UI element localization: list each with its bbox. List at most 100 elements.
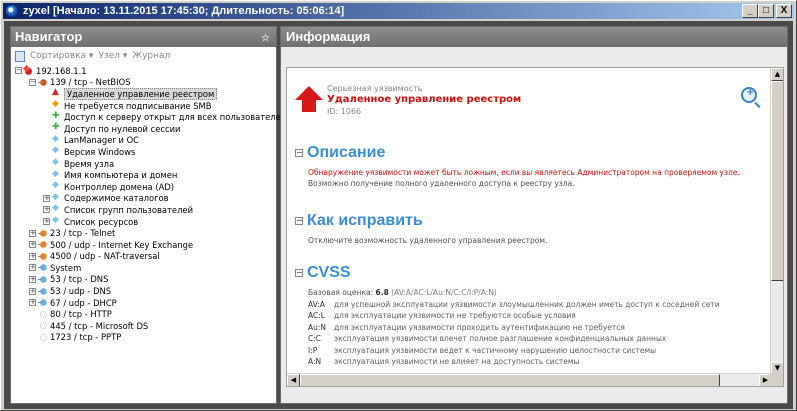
maximize-button[interactable]: □ — [758, 4, 774, 18]
scroll-left-button[interactable]: ◀ — [287, 374, 300, 386]
tree-item[interactable]: Удаленное управление реестром — [15, 87, 276, 100]
tree-item[interactable]: Доступ по нулевой сессии — [15, 122, 276, 135]
tree-port[interactable]: + 500 / udp - Internet Key Exchange — [15, 239, 276, 251]
collapse-icon[interactable]: − — [15, 67, 22, 75]
scroll-up-button[interactable]: ▲ — [771, 68, 783, 81]
collapse-icon[interactable]: − — [295, 149, 303, 157]
tree-port-label: System — [50, 262, 82, 273]
expand-icon[interactable]: + — [29, 229, 36, 237]
tree-port[interactable]: + 53 / tcp - DNS — [15, 274, 276, 286]
close-button[interactable]: X — [776, 4, 792, 18]
tree-item-label: Контроллер домена (AD) — [64, 181, 175, 192]
port-icon — [38, 286, 47, 296]
cvss-row: C:C эксплуатация уязвимости влечет полное… — [308, 334, 667, 343]
main-content: Навигатор ☆ Сортировка ▾ Узел ▾ Журнал −… — [4, 21, 793, 409]
expand-icon[interactable]: + — [43, 218, 50, 226]
collapse-icon[interactable]: − — [29, 78, 36, 86]
port-icon — [38, 251, 47, 261]
tree-item[interactable]: + Список ресурсов — [15, 215, 276, 228]
tree-item[interactable]: Не требуется подписывание SMB — [15, 99, 276, 112]
expand-icon[interactable]: + — [29, 287, 36, 295]
expand-icon[interactable]: + — [29, 252, 36, 260]
expand-icon[interactable]: + — [29, 299, 36, 307]
info-body: Серьезная уязвимость Удаленное управлени… — [286, 67, 784, 387]
horizontal-scroll-thumb[interactable] — [300, 374, 720, 386]
tree-item[interactable]: Доступ к серверу открыт для всех пользов… — [15, 111, 286, 123]
cvss-row: A:N эксплуатация уязвимости не влияет на … — [308, 357, 580, 366]
tree-item-label: Имя компьютера и домен — [64, 170, 178, 181]
info-icon — [52, 157, 61, 168]
vuln-medium-icon — [52, 99, 61, 110]
tree-port[interactable]: 1723 / tcp - PPTP — [15, 332, 276, 344]
tree-item[interactable]: Версия Windows — [15, 145, 276, 158]
tree-item-label: LanManager и ОС — [64, 135, 140, 146]
info-header: Информация — [281, 27, 787, 47]
severity-arrow-icon — [295, 86, 323, 100]
expand-icon[interactable]: + — [29, 275, 36, 283]
vuln-id: ID: 1066 — [327, 107, 362, 116]
collapse-icon[interactable]: − — [295, 269, 303, 277]
false-positive-note: Обнаружение уязвимости может быть ложным… — [308, 168, 740, 177]
port-icon — [38, 309, 47, 319]
vuln-header: Серьезная уязвимость Удаленное управлени… — [295, 84, 755, 120]
zoom-icon[interactable] — [741, 87, 757, 103]
vuln-name: Удаленное управление реестром — [327, 94, 522, 105]
tree-port[interactable]: + 67 / udp - DHCP — [15, 297, 276, 309]
cvss-row: AV:A для успешной эксплуатации уязвимости… — [308, 299, 720, 309]
tree-item-label: Содержимое каталогов — [64, 193, 169, 204]
sort-dropdown[interactable]: Сортировка ▾ — [30, 51, 93, 61]
tree-port-label: 1723 / tcp - PPTP — [50, 332, 122, 343]
vertical-scroll-thumb[interactable] — [771, 81, 783, 281]
info-icon — [52, 215, 61, 226]
tree-port[interactable]: + 53 / udp - DNS — [15, 285, 276, 297]
journal-button[interactable]: Журнал — [132, 51, 170, 61]
tree-host[interactable]: − 192.168.1.1 — [15, 65, 276, 77]
section-title: Описание — [307, 144, 386, 161]
tree-port-netbios[interactable]: − 139 / tcp - NetBIOS — [15, 77, 276, 89]
minimize-button[interactable]: _ — [742, 4, 758, 18]
vertical-scrollbar[interactable]: ▲ ▼ — [770, 68, 783, 375]
tree-port-label: 445 / tcp - Microsoft DS — [50, 320, 149, 331]
node-dropdown[interactable]: Узел ▾ — [98, 51, 127, 61]
port-icon — [38, 298, 47, 308]
info-icon — [52, 134, 61, 145]
tree-port[interactable]: + System — [15, 262, 276, 274]
navigator-panel: Навигатор ☆ Сортировка ▾ Узел ▾ Журнал −… — [10, 26, 286, 404]
title-bar[interactable]: zyxel [Начало: 13.11.2015 17:45:30; Длит… — [3, 3, 794, 19]
horizontal-scrollbar[interactable]: ◀ ▶ — [287, 373, 772, 386]
tree-port-label: 4500 / udp - NAT-traversal — [50, 251, 160, 262]
info-icon — [52, 203, 61, 214]
tree-item-label: Время узла — [64, 158, 115, 169]
collapse-icon[interactable]: − — [295, 217, 303, 225]
pin-icon[interactable]: ☆ — [261, 29, 270, 49]
info-icon — [52, 169, 61, 180]
port-icon — [38, 77, 47, 87]
tree-port-label: 53 / tcp - DNS — [50, 274, 109, 285]
tree-port[interactable]: 80 / tcp - HTTP — [15, 308, 276, 320]
tree-port[interactable]: + 4500 / udp - NAT-traversal — [15, 251, 276, 263]
tree-item[interactable]: LanManager и ОС — [15, 134, 276, 147]
scroll-corner — [770, 373, 783, 386]
tree-port[interactable]: 445 / tcp - Microsoft DS — [15, 320, 276, 332]
navigator-toolbar: Сортировка ▾ Узел ▾ Журнал — [11, 47, 276, 65]
port-icon — [38, 263, 47, 273]
tree-port[interactable]: + 23 / tcp - Telnet — [15, 227, 276, 239]
port-icon — [38, 332, 47, 342]
tree-item[interactable]: Время узла — [15, 157, 276, 170]
info-icon — [52, 180, 61, 191]
expand-icon[interactable]: + — [29, 264, 36, 272]
expand-icon[interactable]: + — [29, 241, 36, 249]
vuln-low-icon — [52, 122, 61, 133]
tree-item[interactable]: + Список групп пользователей — [15, 203, 276, 216]
navigator-title: Навигатор — [15, 29, 83, 44]
app-icon — [5, 4, 19, 18]
host-icon — [24, 66, 33, 76]
severity-arrow-stem — [302, 100, 316, 112]
navigator-header: Навигатор ☆ — [11, 27, 276, 47]
expand-icon[interactable]: + — [43, 206, 50, 214]
tree-port-label: 67 / udp - DHCP — [50, 297, 117, 308]
expand-icon[interactable]: + — [43, 194, 50, 202]
tree-item[interactable]: + Содержимое каталогов — [15, 192, 276, 205]
tree-item[interactable]: Имя компьютера и домен — [15, 169, 276, 181]
tree-item[interactable]: Контроллер домена (AD) — [15, 180, 276, 193]
